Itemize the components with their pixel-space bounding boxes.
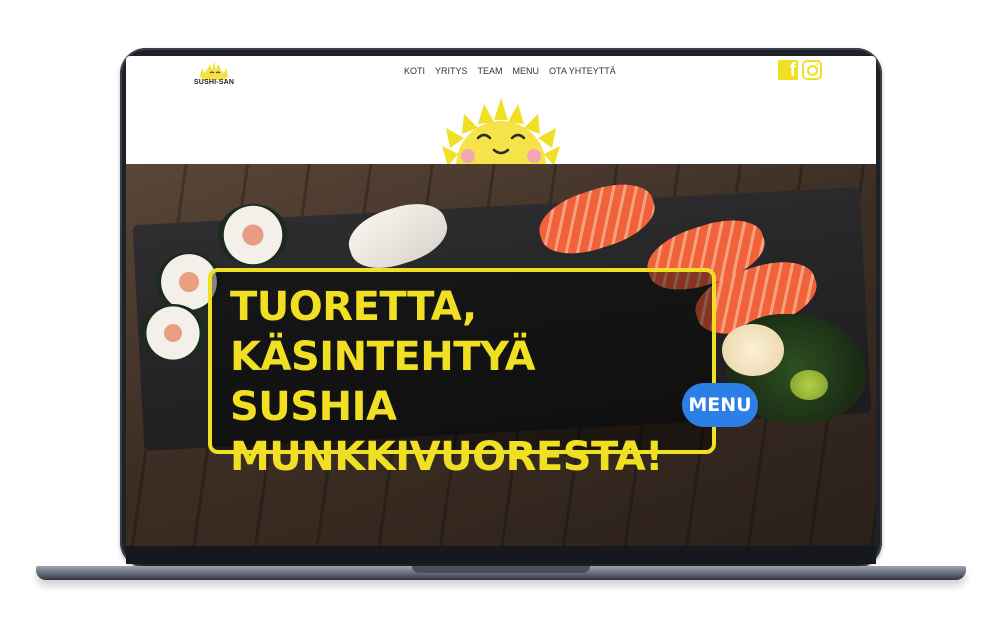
- headline-line-1: TUORETTA,: [230, 284, 477, 330]
- nav-item-menu[interactable]: MENU: [513, 66, 540, 76]
- hero-headline-box: TUORETTA, KÄSINTEHTYÄ SUSHIA MUNKKIVUORE…: [208, 268, 716, 480]
- maki-roll: [218, 204, 288, 266]
- instagram-icon[interactable]: [802, 60, 822, 80]
- main-menu: KOTI YRITYS TEAM MENU OTA YHTEYTTÄ: [404, 66, 616, 76]
- sun-logo-icon: [200, 61, 228, 80]
- nav-item-koti[interactable]: KOTI: [404, 66, 425, 76]
- logo[interactable]: SUSHI-SAN: [190, 60, 238, 92]
- wasabi: [790, 370, 828, 400]
- maki-roll: [140, 304, 206, 362]
- nav-item-yritys[interactable]: YRITYS: [435, 66, 468, 76]
- facebook-glyph: f: [789, 60, 796, 81]
- hero-headline: TUORETTA, KÄSINTEHTYÄ SUSHIA MUNKKIVUORE…: [230, 282, 712, 482]
- nav-item-ota-yhteytta[interactable]: OTA YHTEYTTÄ: [549, 66, 616, 76]
- laptop-bezel-bottom: [126, 546, 876, 564]
- menu-button[interactable]: MENU: [682, 383, 758, 427]
- pickled-ginger: [722, 324, 784, 376]
- nav-item-team[interactable]: TEAM: [478, 66, 503, 76]
- browser-viewport: SUSHI-SAN KOTI YRITYS TEAM MENU OTA YHTE…: [126, 56, 876, 546]
- social-links: f: [778, 60, 822, 81]
- facebook-icon[interactable]: f: [778, 60, 798, 81]
- sun-mascot-icon: [442, 98, 560, 166]
- headline-line-3: MUNKKIVUORESTA!: [230, 434, 663, 480]
- headline-line-2: KÄSINTEHTYÄ SUSHIA: [230, 334, 536, 430]
- logo-text: SUSHI-SAN: [193, 79, 235, 86]
- laptop-notch: [412, 566, 590, 573]
